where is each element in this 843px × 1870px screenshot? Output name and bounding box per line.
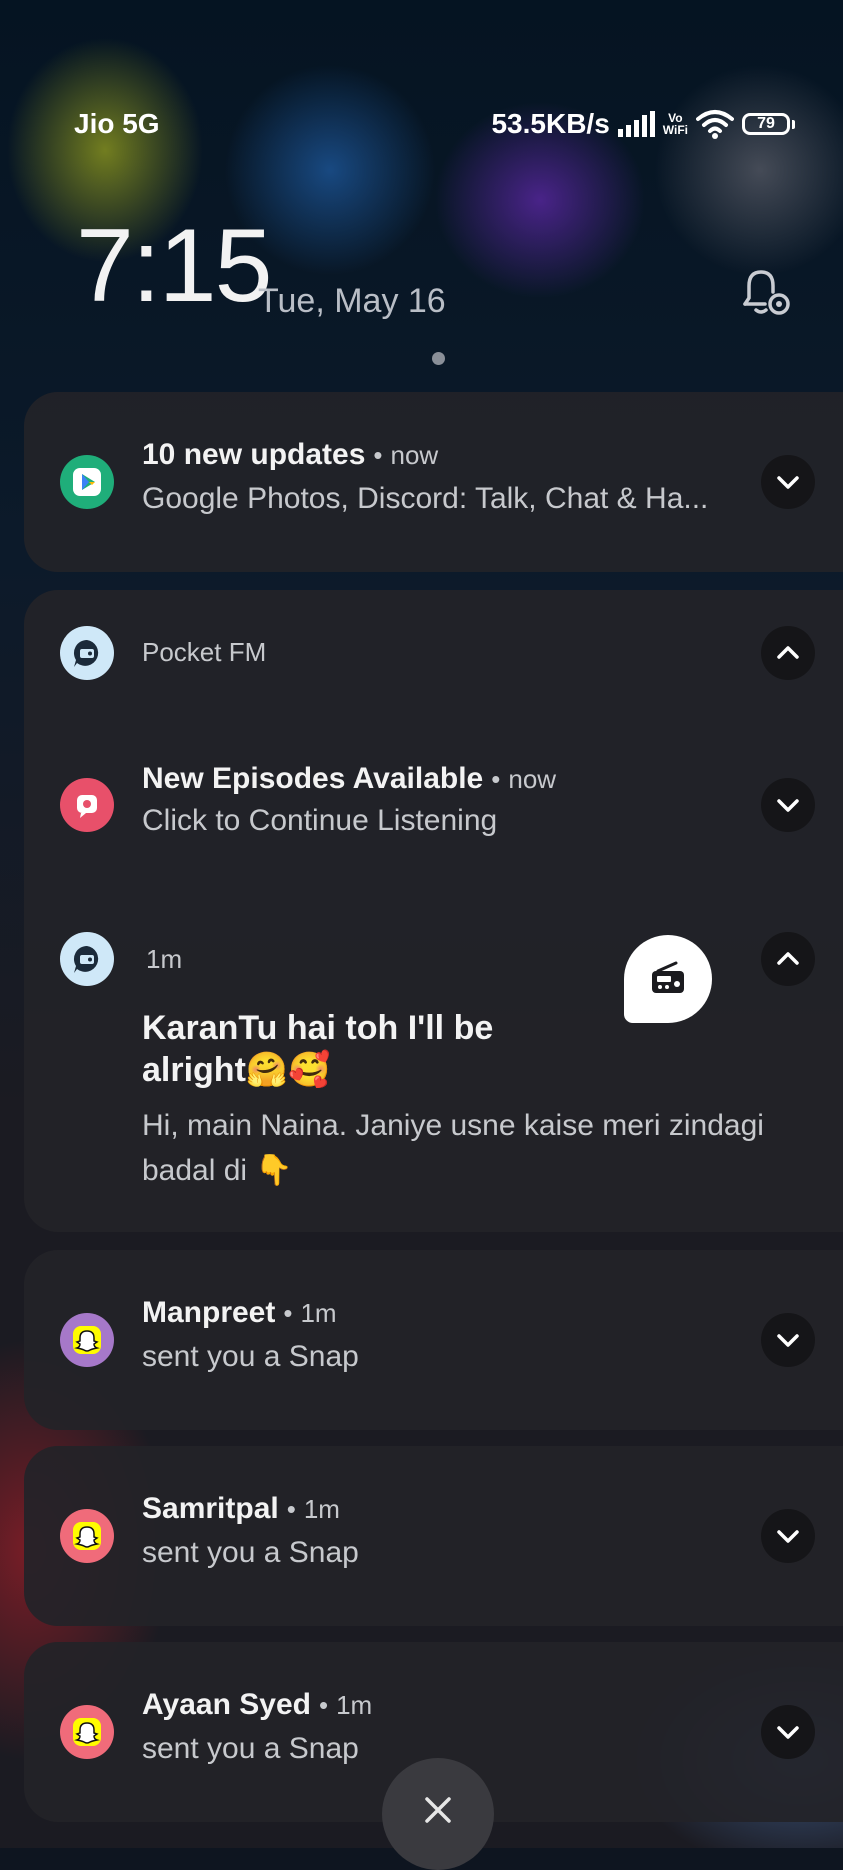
- network-speed: 53.5KB/s: [491, 108, 610, 139]
- status-icons: 53.5KB/s Vo WiFi 79: [491, 108, 795, 140]
- notification-header: Manpreet • 1m: [142, 1296, 337, 1329]
- notification-body: Google Photos, Discord: Talk, Chat & Ha.…: [142, 482, 709, 515]
- notification-title: KaranTu hai toh I'll be alright🤗🥰: [142, 1009, 494, 1089]
- collapse-button[interactable]: [761, 932, 815, 986]
- notification-title: 10 new updates: [142, 438, 366, 471]
- notification-time: 1m: [336, 1690, 373, 1720]
- expand-button[interactable]: [761, 1509, 815, 1563]
- chevron-down-icon: [777, 1726, 799, 1739]
- notification-body: sent you a Snap: [142, 1340, 359, 1373]
- chevron-up-icon: [777, 952, 799, 965]
- pocket-fm-episodes-icon: [60, 778, 114, 832]
- google-play-icon: [60, 455, 114, 509]
- signal-icon: [617, 111, 655, 137]
- notification-title: Samritpal: [142, 1492, 279, 1525]
- notification-body: Click to Continue Listening: [142, 804, 498, 837]
- collapse-group-button[interactable]: [761, 626, 815, 680]
- wifi-icon: [696, 110, 734, 139]
- chevron-up-icon: [777, 646, 799, 659]
- notification-body: sent you a Snap: [142, 1732, 359, 1765]
- notification-body: Hi, main Naina. Janiye usne kaise meri z…: [142, 1109, 764, 1187]
- notification-body: sent you a Snap: [142, 1536, 359, 1569]
- notification-time: 1m: [303, 1494, 340, 1524]
- notification-time: now: [390, 440, 439, 470]
- notification-group-pocket-fm[interactable]: Pocket FM New Episodes Available • now C…: [24, 590, 843, 1232]
- notification-snap[interactable]: Manpreet • 1m sent you a Snap: [24, 1250, 843, 1430]
- battery-icon: 79: [742, 113, 795, 135]
- notification-header: Ayaan Syed • 1m: [142, 1688, 373, 1721]
- notification-snap[interactable]: Samritpal • 1m sent you a Snap: [24, 1446, 843, 1626]
- notification-time: now: [508, 764, 557, 794]
- chevron-down-icon: [777, 799, 799, 812]
- notification-time: 1m: [300, 1298, 337, 1328]
- page-indicator: [432, 352, 445, 365]
- clear-all-button[interactable]: [382, 1758, 494, 1870]
- close-icon: [425, 1797, 451, 1823]
- radio-bubble-icon: [624, 935, 712, 1023]
- battery-level: 79: [742, 113, 790, 135]
- chevron-down-icon: [777, 1334, 799, 1347]
- group-app-name: Pocket FM: [142, 637, 267, 667]
- pocket-fm-icon: [60, 932, 114, 986]
- expand-button[interactable]: [761, 778, 815, 832]
- notification-title: Ayaan Syed: [142, 1688, 311, 1721]
- notification-header: New Episodes Available • now: [142, 762, 557, 795]
- notification-settings-icon[interactable]: [737, 264, 793, 320]
- notification-title: New Episodes Available: [142, 762, 484, 795]
- pocket-fm-icon: [60, 626, 114, 680]
- notification-time: 1m: [146, 944, 183, 974]
- vowifi-icon: Vo WiFi: [662, 111, 688, 137]
- notification-header: 10 new updates • now: [142, 438, 439, 471]
- chevron-down-icon: [777, 476, 799, 489]
- notification-play-updates[interactable]: 10 new updates • now Google Photos, Disc…: [24, 392, 843, 572]
- chevron-down-icon: [777, 1530, 799, 1543]
- notification-title: Manpreet: [142, 1296, 276, 1329]
- carrier-label: Jio 5G: [74, 108, 160, 139]
- snapchat-icon: [60, 1705, 114, 1759]
- snapchat-icon: [60, 1509, 114, 1563]
- snapchat-icon: [60, 1313, 114, 1367]
- expand-button[interactable]: [761, 1705, 815, 1759]
- notification-header: Samritpal • 1m: [142, 1492, 340, 1525]
- lock-clock: 7:15: [76, 208, 272, 324]
- expand-button[interactable]: [761, 455, 815, 509]
- expand-button[interactable]: [761, 1313, 815, 1367]
- lock-date: Tue, May 16: [258, 282, 446, 320]
